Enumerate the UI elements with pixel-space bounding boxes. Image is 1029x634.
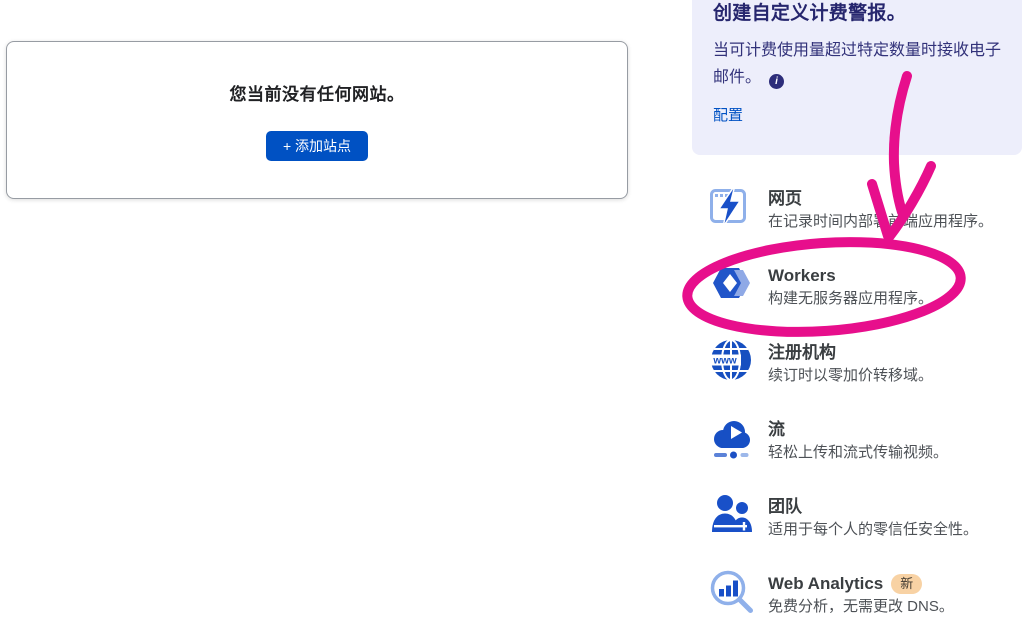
registrar-globe-icon: www: [709, 338, 753, 382]
product-title: Workers: [768, 265, 933, 286]
product-item-workers[interactable]: Workers 构建无服务器应用程序。: [692, 261, 1023, 317]
empty-sites-title: 您当前没有任何网站。: [230, 80, 405, 105]
add-site-button[interactable]: + 添加站点: [266, 131, 368, 161]
product-title: Web Analytics 新: [768, 573, 954, 594]
promo-sidebar: 创建自定义计费警报。 当可计费使用量超过特定数量时接收电子邮件。i 配置 网页 …: [692, 0, 1023, 155]
product-item-stream[interactable]: 流 轻松上传和流式传输视频。: [692, 415, 1023, 471]
new-badge: 新: [891, 574, 922, 594]
product-item-pages[interactable]: 网页 在记录时间内部署前端应用程序。: [692, 184, 1023, 240]
product-description: 免费分析，无需更改 DNS。: [768, 597, 954, 617]
product-item-teams[interactable]: 团队 适用于每个人的零信任安全性。: [692, 492, 1023, 548]
stream-icon: [709, 415, 753, 459]
billing-alert-card: 创建自定义计费警报。 当可计费使用量超过特定数量时接收电子邮件。i 配置: [692, 0, 1022, 155]
product-description: 轻松上传和流式传输视频。: [768, 443, 948, 463]
info-icon[interactable]: i: [769, 74, 784, 89]
billing-alert-title: 创建自定义计费警报。: [713, 1, 1002, 27]
product-item-registrar[interactable]: www 注册机构 续订时以零加价转移域。: [692, 338, 1023, 394]
configure-link[interactable]: 配置: [713, 104, 743, 125]
billing-alert-description-text: 当可计费使用量超过特定数量时接收电子邮件。: [713, 42, 1001, 86]
product-title: 团队: [768, 496, 978, 517]
workers-icon: [709, 261, 753, 305]
product-description: 构建无服务器应用程序。: [768, 289, 933, 309]
product-description: 适用于每个人的零信任安全性。: [768, 520, 978, 540]
product-description: 续订时以零加价转移域。: [768, 366, 933, 386]
web-analytics-icon: [709, 569, 753, 613]
product-title-text: Web Analytics: [768, 573, 883, 594]
registrar-www-label: www: [712, 356, 737, 367]
product-title: 流: [768, 419, 948, 440]
teams-icon: [709, 492, 753, 536]
product-description: 在记录时间内部署前端应用程序。: [768, 212, 993, 232]
billing-alert-description: 当可计费使用量超过特定数量时接收电子邮件。i: [713, 37, 1002, 91]
product-item-web-analytics[interactable]: Web Analytics 新 免费分析，无需更改 DNS。: [692, 569, 1023, 625]
pages-icon: [709, 184, 753, 228]
product-title: 注册机构: [768, 342, 933, 363]
empty-sites-card: 您当前没有任何网站。 + 添加站点: [6, 41, 628, 199]
product-title: 网页: [768, 188, 993, 209]
